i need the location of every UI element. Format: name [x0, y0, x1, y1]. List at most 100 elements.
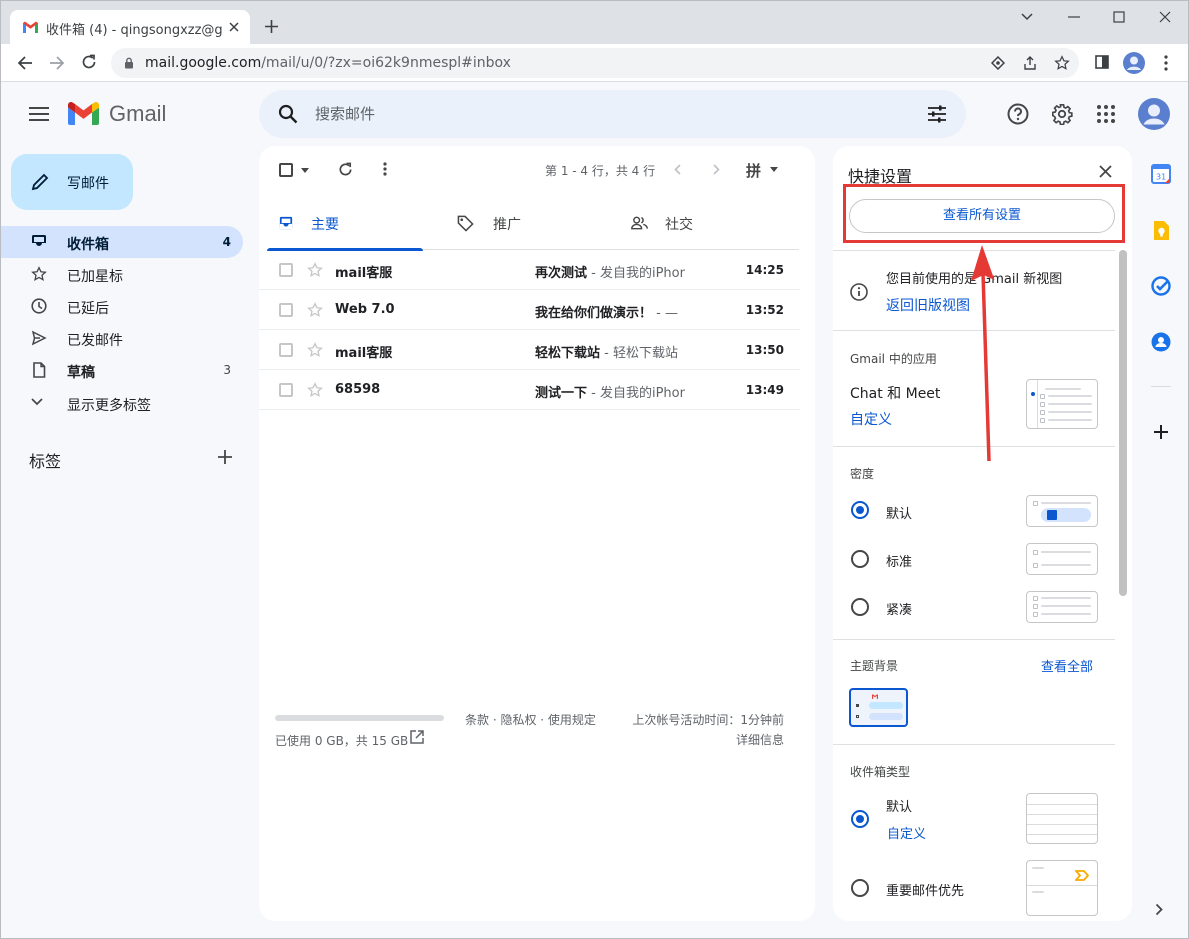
star-icon[interactable]: [307, 302, 323, 318]
star-icon[interactable]: [307, 382, 323, 398]
row-checkbox[interactable]: [279, 303, 293, 317]
minimize-icon[interactable]: [1068, 16, 1080, 18]
add-label-icon[interactable]: [218, 450, 232, 464]
gmail-favicon-icon: [23, 21, 38, 33]
more-actions-icon[interactable]: [383, 162, 387, 176]
maximize-icon[interactable]: [1113, 11, 1125, 23]
new-tab-icon[interactable]: [264, 19, 279, 34]
star-icon[interactable]: [307, 262, 323, 278]
bookmark-star-icon[interactable]: [1054, 55, 1070, 71]
mail-time: 13:52: [745, 303, 784, 317]
important-marker-icon: [1075, 870, 1089, 881]
mail-sender: Web 7.0: [335, 302, 395, 317]
gmail-logo-icon[interactable]: [68, 102, 99, 125]
share-icon[interactable]: [1022, 55, 1038, 71]
gmail-wordmark: Gmail: [109, 101, 167, 126]
url-text: mail.google.com/mail/u/0/?zx=oi62k9nmesp…: [145, 55, 511, 71]
next-page-icon[interactable]: [713, 164, 720, 175]
keep-icon[interactable]: [1152, 220, 1170, 241]
mail-subject: 测试一下 - 发自我的iPhone: [535, 386, 685, 401]
sidebar-item-starred[interactable]: 已加星标: [1, 258, 243, 290]
chat-meet-label: Chat 和 Meet: [850, 386, 941, 402]
sidebar-item-snoozed[interactable]: 已延后: [1, 290, 243, 322]
mail-row[interactable]: mail客服 再次测试 - 发自我的iPhone 14:25: [259, 250, 800, 290]
side-panel-icon[interactable]: [1095, 55, 1109, 69]
apps-grid-icon[interactable]: [1097, 105, 1115, 123]
search-icon[interactable]: [278, 104, 298, 124]
reload-icon[interactable]: [81, 54, 97, 70]
chevron-right-icon[interactable]: [1155, 903, 1163, 916]
row-checkbox[interactable]: [279, 263, 293, 277]
side-panel-divider: [1151, 386, 1171, 387]
annotation-highlight-box: [843, 184, 1125, 243]
close-icon[interactable]: [1099, 165, 1112, 178]
forward-icon[interactable]: [49, 55, 65, 71]
divider: [833, 639, 1115, 640]
prev-page-icon[interactable]: [674, 164, 681, 175]
lock-icon[interactable]: [124, 57, 134, 69]
search-bar[interactable]: [259, 90, 966, 138]
tab-search-icon[interactable]: [1020, 12, 1034, 22]
mail-row[interactable]: 68598 测试一下 - 发自我的iPhone 13:49: [259, 370, 800, 410]
profile-avatar-icon[interactable]: [1123, 52, 1145, 74]
chat-meet-customize-link[interactable]: 自定义: [850, 409, 892, 429]
policy-links[interactable]: 条款 · 隐私权 · 使用规定: [465, 711, 596, 728]
inbox-default-radio[interactable]: [851, 810, 869, 828]
input-tools-dropdown-icon[interactable]: [770, 167, 778, 172]
main-menu-icon[interactable]: [29, 107, 49, 121]
theme-section-title: 主题背景: [850, 659, 899, 673]
sidebar-item-label: 已延后: [67, 301, 109, 317]
tab-promotions[interactable]: 推广: [443, 198, 599, 250]
compose-button[interactable]: 写邮件: [11, 154, 133, 210]
mail-sender: mail客服: [335, 266, 393, 281]
mail-subject: 轻松下载站 - 轻松下载站: [535, 346, 678, 361]
settings-gear-icon[interactable]: [1051, 103, 1073, 125]
chevron-down-icon: [31, 398, 43, 406]
window-close-icon[interactable]: [1159, 11, 1171, 23]
sidebar-item-inbox[interactable]: 收件箱 4: [1, 226, 243, 258]
density-compact-radio[interactable]: [851, 598, 869, 616]
lens-icon[interactable]: [991, 56, 1005, 70]
get-addons-icon[interactable]: [1154, 425, 1168, 439]
back-icon[interactable]: [17, 55, 33, 71]
search-input[interactable]: [315, 102, 875, 126]
theme-default-thumbnail[interactable]: [849, 688, 908, 727]
inbox-customize-link[interactable]: 自定义: [887, 823, 926, 842]
refresh-icon[interactable]: [338, 162, 353, 177]
mail-list-panel: 第 1 - 4 行，共 4 行 拼 主要 推广 社交 mail客服 再次测试 -…: [259, 146, 815, 921]
mail-row[interactable]: Web 7.0 我在给你们做演示！ - — 13:52: [259, 290, 800, 330]
calendar-icon[interactable]: 31: [1151, 164, 1171, 184]
density-default-radio[interactable]: [851, 501, 869, 519]
mail-row[interactable]: mail客服 轻松下载站 - 轻松下载站 13:50: [259, 330, 800, 370]
density-standard-radio[interactable]: [851, 550, 869, 568]
theme-see-all-link[interactable]: 查看全部: [1041, 656, 1093, 675]
back-to-old-view-link[interactable]: 返回旧版视图: [886, 295, 970, 315]
search-options-icon[interactable]: [927, 105, 947, 123]
tab-label: 主要: [311, 217, 339, 233]
mail-time: 13:50: [745, 343, 784, 357]
row-checkbox[interactable]: [279, 383, 293, 397]
close-tab-icon[interactable]: [229, 22, 239, 32]
select-dropdown-icon[interactable]: [301, 168, 309, 173]
scrollbar[interactable]: [1119, 250, 1127, 596]
browser-tab[interactable]: 收件箱 (4) - qingsongxzz@gmail.com: [10, 10, 250, 44]
sidebar-item-drafts[interactable]: 草稿 3: [1, 354, 243, 386]
browser-menu-icon[interactable]: [1164, 55, 1168, 71]
tab-social[interactable]: 社交: [619, 198, 775, 250]
send-icon: [31, 330, 47, 346]
star-icon[interactable]: [307, 342, 323, 358]
external-link-icon[interactable]: [410, 730, 424, 744]
select-all-checkbox[interactable]: [279, 163, 293, 177]
sidebar-item-sent[interactable]: 已发邮件: [1, 322, 243, 354]
labels-heading: 标签: [29, 452, 62, 471]
sidebar-item-more-labels[interactable]: 显示更多标签: [1, 387, 243, 419]
details-link[interactable]: 详细信息: [736, 731, 784, 748]
tab-primary[interactable]: 主要: [267, 198, 423, 251]
inbox-important-first-radio[interactable]: [851, 879, 869, 897]
address-bar[interactable]: mail.google.com/mail/u/0/?zx=oi62k9nmesp…: [111, 48, 1079, 78]
row-checkbox[interactable]: [279, 343, 293, 357]
input-tools-button[interactable]: 拼: [746, 160, 761, 181]
tasks-icon[interactable]: [1151, 276, 1171, 296]
contacts-icon[interactable]: [1151, 332, 1171, 352]
help-icon[interactable]: [1007, 103, 1029, 125]
